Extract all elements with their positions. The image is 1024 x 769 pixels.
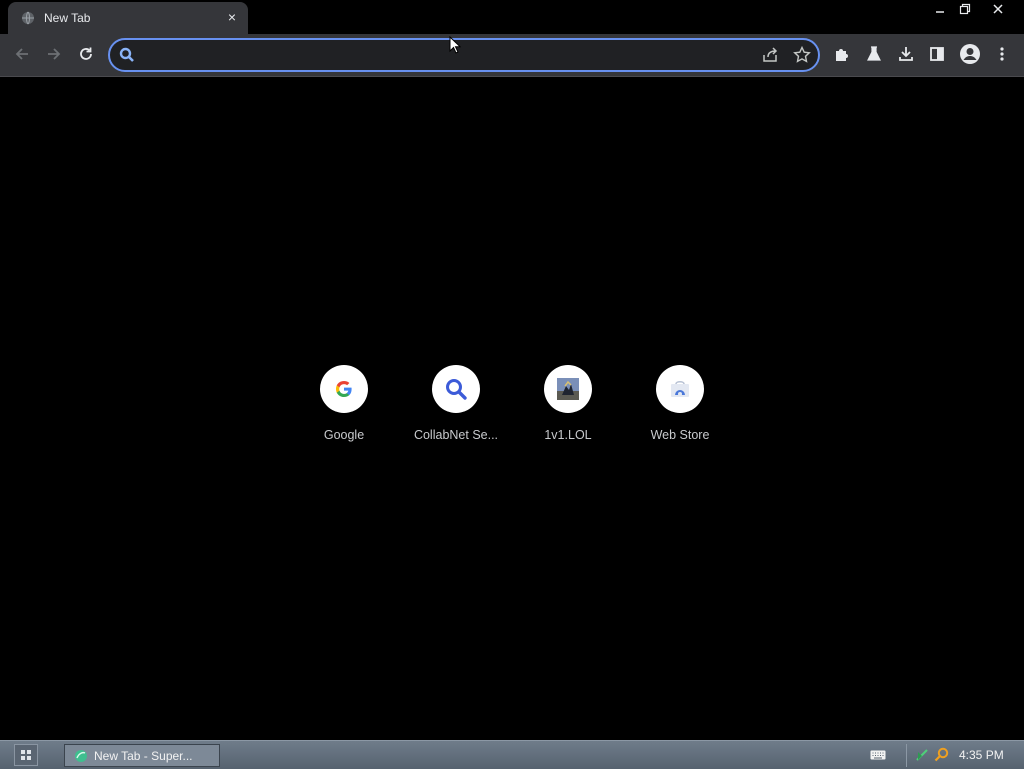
side-panel-icon: [930, 47, 944, 61]
minimize-icon: [936, 11, 944, 13]
shortcut-icon-circle: [656, 365, 704, 413]
window-close-button[interactable]: [982, 0, 1014, 18]
new-tab-page: Google CollabNet Se... 1v1.LOL Web Store: [0, 77, 1024, 740]
globe-icon: [22, 11, 34, 25]
shortcut-label: Google: [323, 428, 365, 442]
labs-button[interactable]: [859, 39, 889, 69]
tab-title: New Tab: [44, 11, 91, 25]
shortcut-icon-circle: [320, 365, 368, 413]
reload-icon: [80, 47, 92, 60]
star-icon[interactable]: [792, 45, 812, 65]
game-thumbnail-icon: [557, 378, 579, 400]
labs-flask-icon: [867, 46, 881, 61]
forward-button[interactable]: [39, 39, 69, 69]
title-bar: New Tab ×: [0, 0, 1024, 34]
keyboard-icon[interactable]: [870, 748, 886, 762]
extensions-button[interactable]: [827, 39, 857, 69]
search-icon: [119, 47, 134, 62]
share-icon[interactable]: [760, 45, 780, 65]
puzzle-extensions-icon: [836, 49, 848, 61]
shortcut-web-store[interactable]: Web Store: [624, 365, 736, 455]
downloads-button[interactable]: [891, 39, 921, 69]
mouse-cursor-icon: [449, 36, 461, 54]
shortcut-collabnet[interactable]: CollabNet Se...: [400, 365, 512, 455]
start-button[interactable]: [14, 744, 38, 766]
shortcut-icon-circle: [432, 365, 480, 413]
profile-button[interactable]: [955, 39, 985, 69]
tab-close-button[interactable]: ×: [224, 9, 240, 25]
reload-button[interactable]: [71, 39, 101, 69]
app-grid-icon: [21, 750, 31, 760]
chrome-menu-button[interactable]: [987, 39, 1017, 69]
clock: 4:35 PM: [959, 748, 1004, 762]
shortcut-label: 1v1.LOL: [544, 428, 592, 442]
google-g-icon: [336, 381, 352, 397]
kebab-menu-icon: [1000, 47, 1004, 61]
taskbar: New Tab - Super... 4:35 PM: [0, 740, 1024, 769]
window-restore-button[interactable]: [954, 0, 976, 18]
download-icon: [899, 47, 913, 61]
system-tray: 4:35 PM: [906, 744, 1019, 767]
web-store-icon: [671, 381, 689, 397]
search-icon[interactable]: [934, 747, 949, 762]
side-panel-button[interactable]: [922, 39, 952, 69]
magnifier-icon: [446, 379, 467, 400]
shortcut-google[interactable]: Google: [288, 365, 400, 455]
window-minimize-button[interactable]: [928, 0, 952, 18]
taskbar-window-label: New Tab - Super...: [94, 749, 193, 763]
profile-avatar-icon: [960, 44, 980, 64]
restore-icon: [959, 3, 971, 15]
tab-new-tab[interactable]: New Tab ×: [8, 2, 248, 34]
network-icon[interactable]: [915, 748, 929, 762]
shortcut-label: Web Store: [650, 428, 710, 442]
address-bar[interactable]: [108, 38, 820, 72]
arrow-right-icon: [48, 48, 61, 60]
arrow-left-icon: [15, 48, 28, 60]
back-button[interactable]: [7, 39, 37, 69]
address-input[interactable]: [144, 44, 748, 68]
app-window-icon: [75, 750, 87, 762]
close-icon: [993, 4, 1003, 14]
shortcut-1v1lol[interactable]: 1v1.LOL: [512, 365, 624, 455]
browser-toolbar: [0, 34, 1024, 77]
shortcut-icon-circle: [544, 365, 592, 413]
shortcut-label: CollabNet Se...: [413, 428, 499, 442]
taskbar-window-button[interactable]: New Tab - Super...: [64, 744, 220, 767]
